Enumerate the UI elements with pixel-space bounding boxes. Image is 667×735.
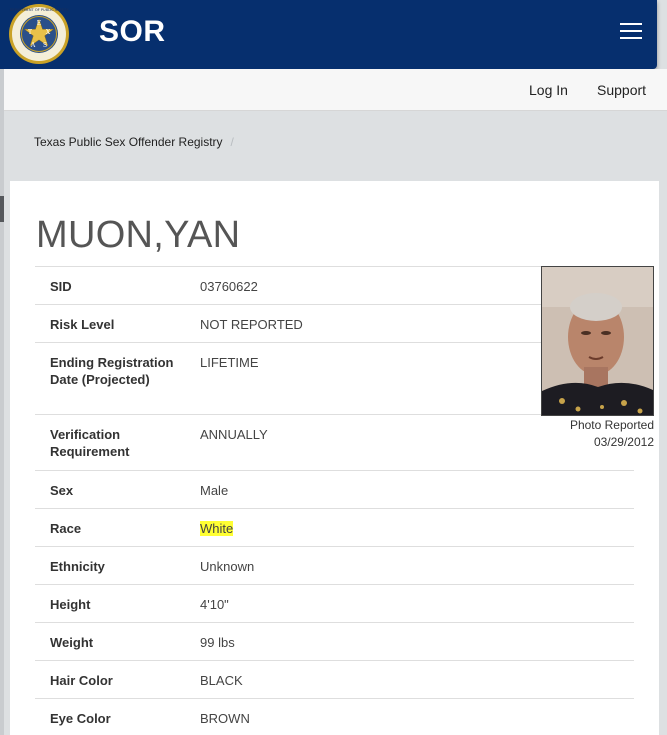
breadcrumb: Texas Public Sex Offender Registry / bbox=[34, 135, 234, 149]
field-value: ANNUALLY bbox=[200, 427, 268, 442]
dps-seal-logo[interactable]: E T X A S DEPARTMENT OF PUBLIC SAFETY bbox=[8, 3, 70, 65]
field-label: Weight bbox=[50, 635, 94, 650]
brand-title[interactable]: SOR bbox=[99, 15, 166, 49]
svg-text:DEPARTMENT OF PUBLIC SAFETY: DEPARTMENT OF PUBLIC SAFETY bbox=[10, 8, 70, 12]
field-label: Ending Registration Date (Projected) bbox=[50, 355, 174, 387]
field-label: Height bbox=[50, 597, 91, 612]
top-navbar: E T X A S DEPARTMENT OF PUBLIC SAFETY SO… bbox=[0, 0, 657, 69]
field-value: 4'10" bbox=[200, 597, 229, 612]
breadcrumb-separator: / bbox=[230, 135, 234, 149]
field-value: Unknown bbox=[200, 559, 255, 574]
field-label: Sex bbox=[50, 483, 74, 498]
field-label: Ethnicity bbox=[50, 559, 105, 574]
field-value: BLACK bbox=[200, 673, 243, 688]
field-value: LIFETIME bbox=[200, 355, 259, 370]
race-value-highlighted: White bbox=[200, 521, 234, 536]
offender-name: MUON,YAN bbox=[36, 214, 241, 256]
offender-photo-image bbox=[542, 267, 653, 415]
field-value: NOT REPORTED bbox=[200, 317, 303, 332]
field-label: Risk Level bbox=[50, 317, 115, 332]
field-value: BROWN bbox=[200, 711, 250, 726]
field-row-ethnicity: Ethnicity Unknown bbox=[35, 546, 634, 584]
breadcrumb-item-registry[interactable]: Texas Public Sex Offender Registry bbox=[34, 135, 223, 149]
svg-text:E: E bbox=[37, 20, 41, 27]
svg-text:X: X bbox=[46, 29, 51, 36]
field-row-height: Height 4'10" bbox=[35, 584, 634, 622]
field-row-weight: Weight 99 lbs bbox=[35, 622, 634, 660]
field-row-eye-color: Eye Color BROWN bbox=[35, 698, 634, 735]
svg-text:A: A bbox=[30, 42, 36, 49]
left-edge bbox=[0, 69, 4, 735]
svg-text:T: T bbox=[28, 29, 32, 36]
photo-caption-label: Photo Reported bbox=[569, 418, 654, 432]
field-label: Eye Color bbox=[50, 711, 111, 726]
login-link[interactable]: Log In bbox=[529, 82, 568, 98]
field-row-risk-level: Risk Level NOT REPORTED bbox=[35, 304, 541, 342]
svg-text:S: S bbox=[43, 42, 47, 49]
field-label: Verification Requirement bbox=[50, 427, 130, 459]
support-link[interactable]: Support bbox=[597, 82, 646, 98]
offender-photo bbox=[541, 266, 654, 416]
field-row-race: Race White bbox=[35, 508, 634, 546]
field-value-wrap: White bbox=[200, 520, 234, 537]
left-edge-marker bbox=[0, 196, 4, 222]
field-row-sex: Sex Male bbox=[35, 470, 634, 508]
photo-caption: Photo Reported 03/29/2012 bbox=[540, 417, 654, 451]
utility-bar: Log In Support bbox=[4, 69, 667, 111]
field-row-ending-registration-date: Ending Registration Date (Projected) LIF… bbox=[35, 342, 541, 414]
field-value: 99 lbs bbox=[200, 635, 235, 650]
field-row-hair-color: Hair Color BLACK bbox=[35, 660, 634, 698]
field-label: SID bbox=[50, 279, 72, 294]
field-value: Male bbox=[200, 483, 229, 498]
field-label: Race bbox=[50, 521, 82, 536]
field-label: Hair Color bbox=[50, 673, 113, 688]
hamburger-menu-icon[interactable] bbox=[620, 23, 642, 41]
field-row-sid: SID 03760622 bbox=[35, 266, 541, 304]
photo-reported-date: 03/29/2012 bbox=[593, 435, 654, 449]
field-value: 03760622 bbox=[200, 279, 258, 294]
field-row-verification-requirement: Verification Requirement ANNUALLY bbox=[35, 414, 541, 470]
